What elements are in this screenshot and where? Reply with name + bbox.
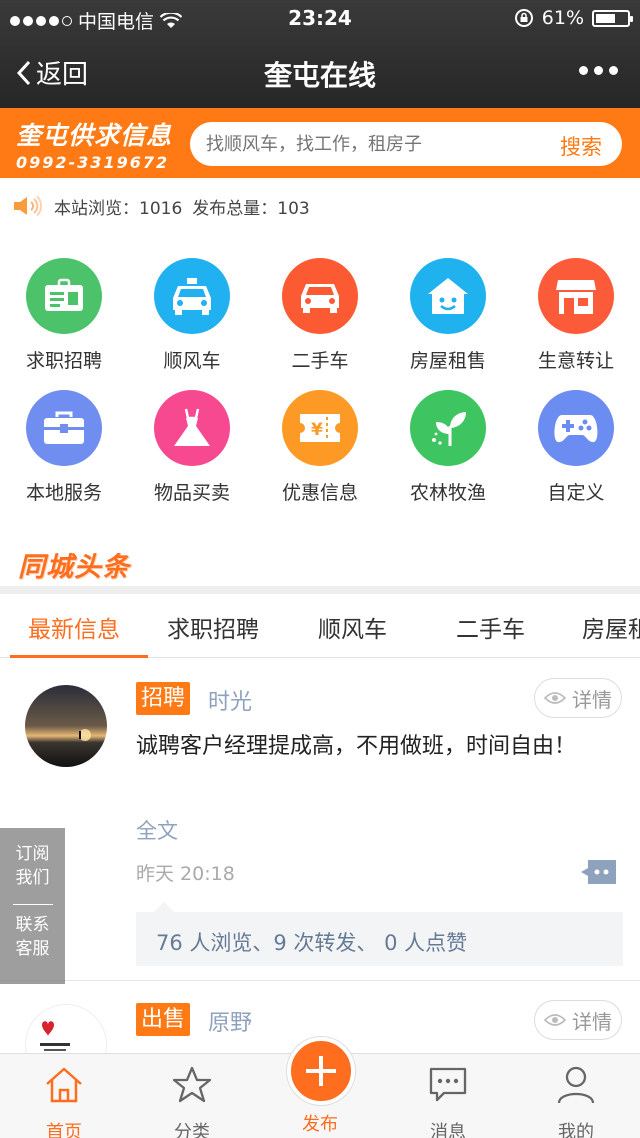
category-label: 二手车 [291, 350, 349, 372]
category-label: 自定义 [547, 482, 605, 504]
category-label: 优惠信息 [281, 482, 358, 504]
publish-label: 发布 [302, 1114, 338, 1135]
tab-used-car[interactable]: 二手车 [456, 610, 525, 644]
full-text-link[interactable]: 全文 [136, 815, 178, 845]
subscribe-button[interactable]: 订阅我们 [13, 842, 53, 890]
category-discounts[interactable]: ¥ 优惠信息 [256, 390, 384, 505]
detail-label: 详情 [572, 1009, 612, 1034]
page-title: 奎屯在线 [263, 59, 376, 92]
user-icon [512, 1064, 640, 1106]
comment-icon[interactable] [580, 858, 618, 890]
category-custom[interactable]: 自定义 [512, 390, 640, 505]
detail-button[interactable]: 详情 [534, 678, 622, 718]
views-label: 本站浏览： [54, 198, 139, 219]
section-divider [0, 586, 640, 594]
views-count: 1016 [139, 198, 183, 219]
category-label: 生意转让 [537, 350, 614, 372]
detail-button[interactable]: 详情 [534, 1000, 622, 1040]
post-username[interactable]: 原野 [208, 1005, 252, 1037]
rotation-lock-icon [514, 9, 533, 27]
category-jobs[interactable]: 求职招聘 [0, 258, 128, 373]
tab-latest[interactable]: 最新信息 [28, 610, 120, 644]
tab-jobs[interactable]: 求职招聘 [167, 610, 259, 644]
post-tag: 招聘 [136, 682, 191, 715]
nav-profile[interactable]: 我的 [512, 1064, 640, 1138]
nav-home[interactable]: 首页 [0, 1064, 128, 1138]
app-root: 中国电信 23:24 61% 返回 奎屯在线 奎屯供求信息 0992-33196… [0, 0, 640, 1138]
category-label: 本地服务 [25, 482, 102, 504]
speaker-icon [14, 195, 43, 217]
eye-icon [544, 692, 566, 704]
message-icon [384, 1064, 512, 1106]
nav-categories[interactable]: 分类 [128, 1064, 256, 1138]
battery-percent: 61% [541, 7, 584, 29]
post-stats: 76 人浏览、9 次转发、 0 人点赞 [136, 902, 623, 966]
gamepad-icon [538, 390, 614, 466]
site-stats: 本站浏览：1016 发布总量：103 [0, 178, 640, 234]
category-label: 农林牧渔 [409, 482, 486, 504]
nav-label: 我的 [558, 1122, 594, 1138]
category-label: 房屋租售 [409, 350, 486, 372]
plus-icon [306, 1056, 336, 1086]
brand-phone[interactable]: 0992-3319672 [16, 153, 172, 172]
nav-label: 首页 [46, 1122, 82, 1138]
search-banner: 奎屯供求信息 0992-3319672 搜索 [0, 108, 640, 178]
taxi-icon [154, 258, 230, 334]
posts-count: 103 [277, 198, 310, 219]
category-label: 求职招聘 [25, 350, 102, 372]
house-icon [410, 258, 486, 334]
category-local-service[interactable]: 本地服务 [0, 390, 128, 505]
headline-title: 同城头条 [18, 552, 130, 583]
tab-housing[interactable]: 房屋租 [582, 610, 640, 644]
active-tab-indicator [10, 655, 148, 658]
detail-label: 详情 [572, 687, 612, 712]
nav-label: 消息 [430, 1122, 466, 1138]
category-goods[interactable]: 物品买卖 [128, 390, 256, 505]
status-bar: 中国电信 23:24 61% [0, 0, 640, 36]
post-content: 诚聘客户经理提成高，不用做班，时间自由！ [136, 734, 577, 759]
post-divider [0, 980, 640, 981]
avatar[interactable] [25, 685, 107, 767]
side-divider [12, 904, 53, 905]
tab-bar: 最新信息 求职招聘 顺风车 二手车 房屋租 [0, 594, 640, 658]
publish-button[interactable] [287, 1037, 355, 1105]
brand-logo: 奎屯供求信息 0992-3319672 [16, 116, 172, 172]
category-business[interactable]: 生意转让 [512, 258, 640, 373]
id-card-icon [26, 258, 102, 334]
brand-name: 奎屯供求信息 [16, 121, 173, 150]
floating-side-panel: 订阅我们 联系客服 [0, 828, 65, 984]
home-icon [0, 1064, 128, 1106]
sprout-icon [410, 390, 486, 466]
post-tag: 出售 [136, 1003, 191, 1036]
nav-bar: 返回 奎屯在线 [0, 36, 640, 108]
category-label: 顺风车 [163, 350, 221, 372]
search-button[interactable]: 搜索 [560, 131, 602, 161]
toolbox-icon [26, 390, 102, 466]
eye-icon [544, 1014, 566, 1026]
nav-messages[interactable]: 消息 [384, 1064, 512, 1138]
post-username[interactable]: 时光 [208, 684, 252, 716]
category-used-car[interactable]: 二手车 [256, 258, 384, 373]
post-time: 昨天 20:18 [136, 863, 235, 885]
svg-text:¥: ¥ [311, 420, 323, 440]
battery-icon [592, 9, 633, 27]
contact-service-button[interactable]: 联系客服 [13, 913, 53, 961]
posts-label: 发布总量： [192, 198, 278, 219]
car-icon [282, 258, 358, 334]
dress-icon [154, 390, 230, 466]
tab-rideshare[interactable]: 顺风车 [318, 610, 387, 644]
category-label: 物品买卖 [153, 482, 230, 504]
category-rideshare[interactable]: 顺风车 [128, 258, 256, 373]
category-housing[interactable]: 房屋租售 [384, 258, 512, 373]
top-bar: 中国电信 23:24 61% 返回 奎屯在线 [0, 0, 640, 108]
search-box: 搜索 [190, 122, 622, 166]
nav-label: 分类 [174, 1122, 210, 1138]
more-options-icon[interactable] [579, 66, 618, 75]
coupon-icon: ¥ [282, 390, 358, 466]
shop-icon [538, 258, 614, 334]
search-input[interactable] [206, 128, 526, 160]
star-icon [128, 1064, 256, 1106]
category-agriculture[interactable]: 农林牧渔 [384, 390, 512, 505]
